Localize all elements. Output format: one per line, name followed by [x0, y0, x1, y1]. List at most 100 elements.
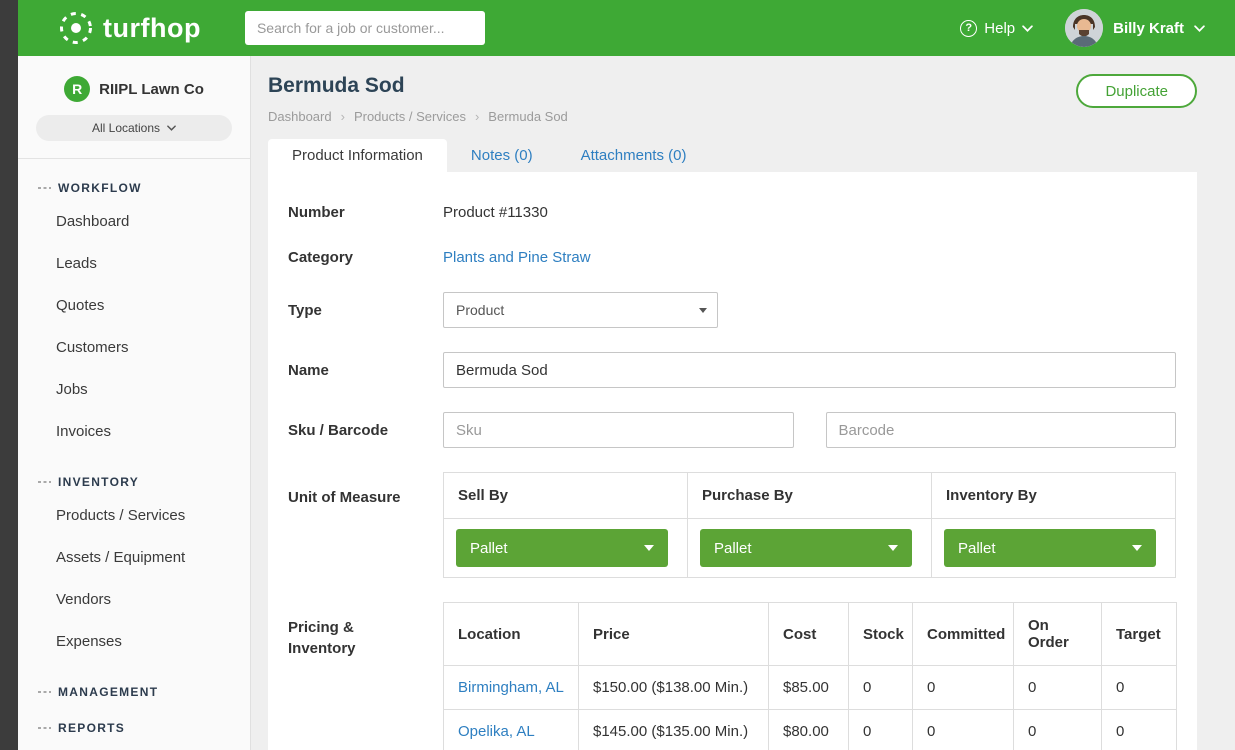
all-locations-label: All Locations — [92, 121, 160, 135]
breadcrumb-products-services[interactable]: Products / Services — [354, 109, 479, 124]
select-caret-icon — [699, 308, 707, 313]
user-name: Billy Kraft — [1113, 20, 1184, 37]
purchase-by-dropdown[interactable]: Pallet — [700, 529, 912, 567]
purchase-by-value: Pallet — [714, 540, 752, 557]
turfhop-logo-icon — [58, 10, 94, 46]
unit-of-measure-label: Unit of Measure — [288, 472, 443, 508]
col-cost: Cost — [769, 603, 849, 666]
sidebar-item-customers[interactable]: Customers — [18, 327, 250, 369]
user-menu[interactable]: Billy Kraft — [1065, 9, 1205, 47]
category-link[interactable]: Plants and Pine Straw — [443, 249, 591, 266]
nav-section-reports[interactable]: REPORTS — [18, 721, 250, 735]
brand-name: turfhop — [103, 13, 201, 44]
tab-attachments[interactable]: Attachments (0) — [557, 139, 711, 172]
committed-cell: 0 — [913, 666, 1014, 710]
brand-logo[interactable]: turfhop — [58, 10, 201, 46]
price-cell: $145.00 ($135.00 Min.) — [579, 710, 769, 750]
all-locations-dropdown[interactable]: All Locations — [36, 115, 232, 141]
sidebar-item-jobs[interactable]: Jobs — [18, 369, 250, 411]
uom-col-sell-by: Sell By — [444, 473, 688, 519]
col-on-order: On Order — [1014, 603, 1102, 666]
type-label: Type — [288, 300, 443, 321]
inventory-by-value: Pallet — [958, 540, 996, 557]
help-menu[interactable]: ? Help — [960, 20, 1033, 37]
product-information-panel: Number Product #11330 Category Plants an… — [268, 172, 1197, 750]
sidebar-item-products-services[interactable]: Products / Services — [18, 495, 250, 537]
section-dashes-icon — [38, 691, 51, 693]
breadcrumb-dashboard[interactable]: Dashboard — [268, 109, 345, 124]
help-label: Help — [984, 20, 1015, 37]
section-dashes-icon — [38, 727, 51, 729]
sidebar-item-invoices[interactable]: Invoices — [18, 411, 250, 453]
pricing-inventory-row: Pricing & Inventory Location Price Cost … — [288, 602, 1176, 750]
sidebar-item-leads[interactable]: Leads — [18, 243, 250, 285]
sidebar-nav: WORKFLOW Dashboard Leads Quotes Customer… — [18, 181, 250, 735]
chevron-down-icon — [167, 125, 176, 131]
barcode-input[interactable] — [826, 412, 1177, 448]
col-location: Location — [444, 603, 579, 666]
target-cell: 0 — [1102, 710, 1177, 750]
col-stock: Stock — [849, 603, 913, 666]
location-link[interactable]: Birmingham, AL — [458, 679, 564, 696]
chevron-down-icon — [1022, 25, 1033, 32]
top-header: turfhop ? Help Billy Kraft — [18, 0, 1235, 56]
type-row: Type Product — [288, 292, 1176, 328]
unit-of-measure-row: Unit of Measure Sell By Purchase By Inve… — [288, 472, 1176, 578]
sidebar-item-dashboard[interactable]: Dashboard — [18, 201, 250, 243]
number-label: Number — [288, 202, 443, 223]
page-title: Bermuda Sod — [268, 74, 1197, 98]
left-rail — [0, 0, 18, 750]
sku-barcode-row: Sku / Barcode — [288, 412, 1176, 448]
nav-section-management[interactable]: MANAGEMENT — [18, 685, 250, 699]
duplicate-button[interactable]: Duplicate — [1076, 74, 1197, 108]
main-content: Bermuda Sod Dashboard Products / Service… — [251, 56, 1235, 750]
sku-input[interactable] — [443, 412, 794, 448]
nav-section-label: INVENTORY — [58, 475, 139, 489]
col-target: Target — [1102, 603, 1177, 666]
committed-cell: 0 — [913, 710, 1014, 750]
pricing-row-opelika: Opelika, AL $145.00 ($135.00 Min.) $80.0… — [444, 710, 1177, 750]
sell-by-value: Pallet — [470, 540, 508, 557]
tab-notes[interactable]: Notes (0) — [447, 139, 557, 172]
sell-by-dropdown[interactable]: Pallet — [456, 529, 668, 567]
type-select[interactable]: Product — [443, 292, 718, 328]
inventory-by-dropdown[interactable]: Pallet — [944, 529, 1156, 567]
nav-section-label: MANAGEMENT — [58, 685, 158, 699]
section-dashes-icon — [38, 187, 51, 189]
uom-col-purchase-by: Purchase By — [688, 473, 932, 519]
sidebar-item-vendors[interactable]: Vendors — [18, 579, 250, 621]
cost-cell: $85.00 — [769, 666, 849, 710]
dropdown-caret-icon — [644, 545, 654, 551]
nav-section-label: REPORTS — [58, 721, 125, 735]
col-price: Price — [579, 603, 769, 666]
cost-cell: $80.00 — [769, 710, 849, 750]
name-label: Name — [288, 360, 443, 381]
sidebar-item-expenses[interactable]: Expenses — [18, 621, 250, 663]
number-value: Product #11330 — [443, 204, 1176, 221]
pricing-header-row: Location Price Cost Stock Committed On O… — [444, 603, 1177, 666]
section-dashes-icon — [38, 481, 51, 483]
global-search-input[interactable] — [245, 11, 485, 45]
name-row: Name — [288, 352, 1176, 388]
sidebar-item-assets-equipment[interactable]: Assets / Equipment — [18, 537, 250, 579]
page-header: Bermuda Sod Dashboard Products / Service… — [268, 56, 1197, 124]
tab-product-information[interactable]: Product Information — [268, 139, 447, 172]
on-order-cell: 0 — [1014, 710, 1102, 750]
breadcrumb-current: Bermuda Sod — [488, 109, 568, 124]
dropdown-caret-icon — [888, 545, 898, 551]
name-input[interactable] — [443, 352, 1176, 388]
number-row: Number Product #11330 — [288, 202, 1176, 223]
category-row: Category Plants and Pine Straw — [288, 247, 1176, 268]
sidebar-item-quotes[interactable]: Quotes — [18, 285, 250, 327]
on-order-cell: 0 — [1014, 666, 1102, 710]
location-link[interactable]: Opelika, AL — [458, 723, 535, 740]
price-cell: $150.00 ($138.00 Min.) — [579, 666, 769, 710]
uom-col-inventory-by: Inventory By — [932, 473, 1176, 519]
pricing-inventory-table: Location Price Cost Stock Committed On O… — [443, 602, 1177, 750]
unit-of-measure-table: Sell By Purchase By Inventory By Pallet … — [443, 472, 1176, 578]
dropdown-caret-icon — [1132, 545, 1142, 551]
company-header: R RIIPL Lawn Co — [18, 76, 250, 102]
tab-bar: Product Information Notes (0) Attachment… — [268, 139, 1197, 172]
breadcrumb: Dashboard Products / Services Bermuda So… — [268, 109, 1197, 124]
nav-section-label: WORKFLOW — [58, 181, 142, 195]
